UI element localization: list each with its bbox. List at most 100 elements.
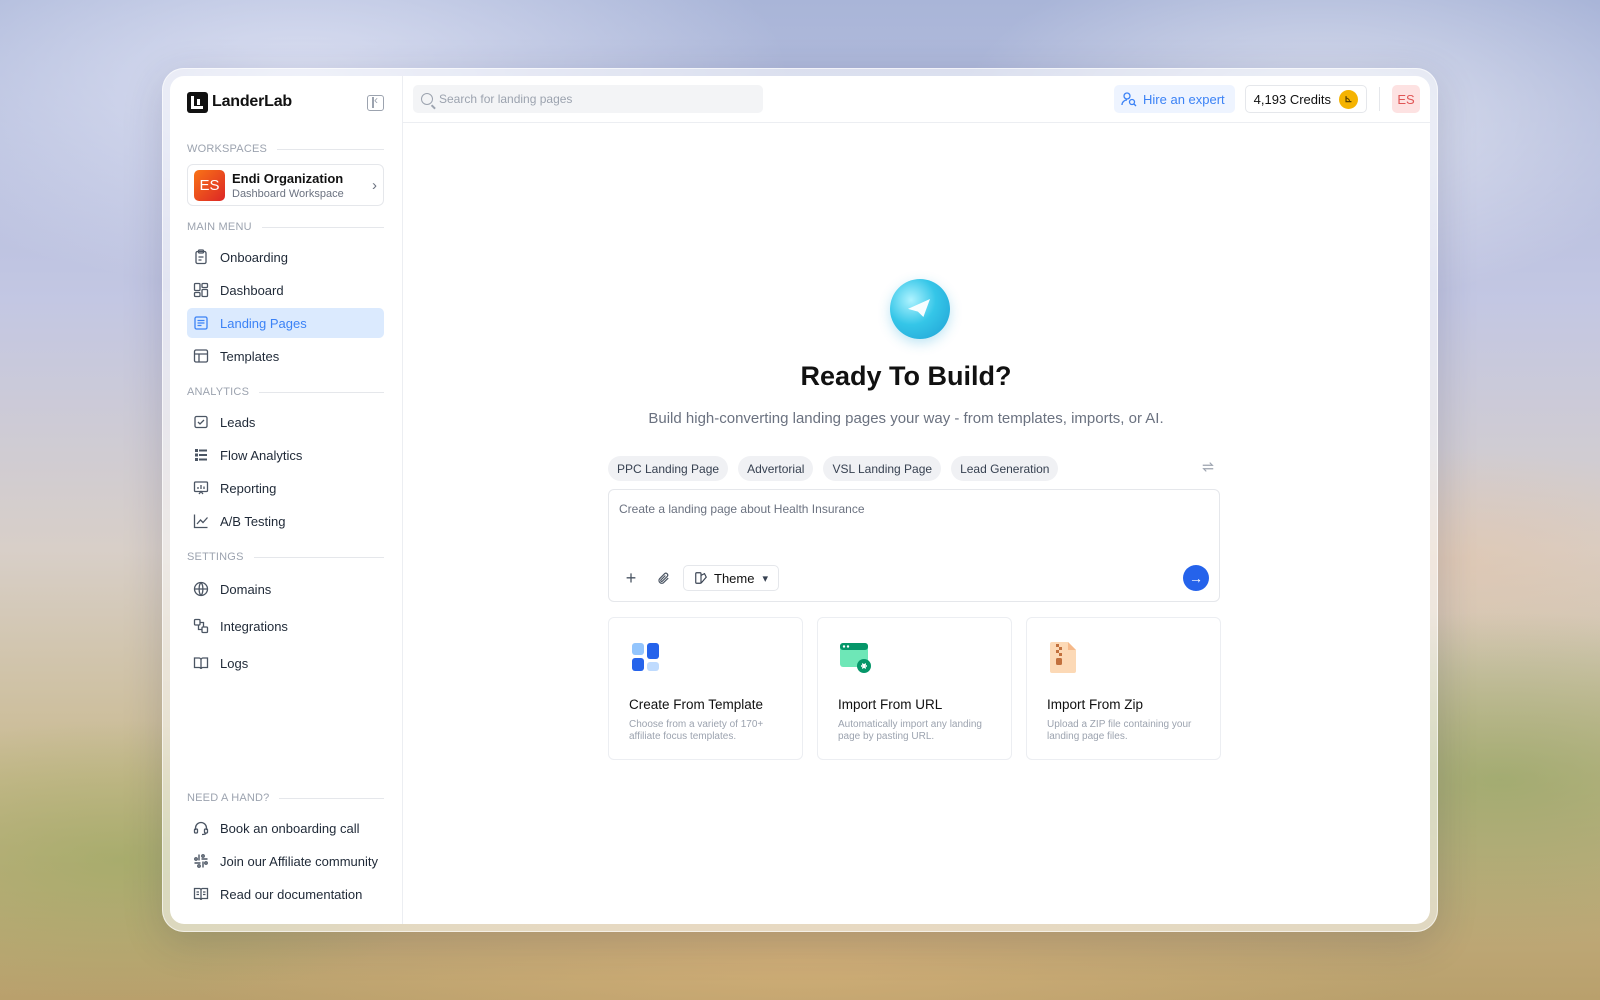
- section-label-analytics: ANALYTICS: [187, 385, 384, 399]
- create-from-template-card[interactable]: Create From Template Choose from a varie…: [608, 617, 803, 760]
- brand-name: LanderLab: [212, 93, 292, 110]
- main-content: Search for landing pages Hire an expert …: [403, 76, 1430, 924]
- help-item-label: Join our Affiliate community: [220, 853, 378, 869]
- docs-icon: [193, 886, 209, 902]
- template-icon: [193, 348, 209, 364]
- sidebar-item-flow-analytics[interactable]: Flow Analytics: [187, 440, 384, 470]
- prompt-toolbar: + Theme ▾: [619, 565, 779, 591]
- browser-link-icon: [840, 643, 871, 673]
- topbar: Search for landing pages Hire an expert …: [403, 76, 1430, 123]
- sidebar-item-integrations[interactable]: Integrations: [187, 609, 384, 643]
- search-placeholder: Search for landing pages: [439, 92, 573, 106]
- coin-icon: ⊾: [1339, 89, 1358, 109]
- chevron-right-icon: ›: [372, 176, 377, 194]
- sidebar-item-label: Integrations: [220, 618, 288, 634]
- clipboard-icon: [193, 249, 209, 265]
- page-subtitle: Build high-converting landing pages your…: [648, 410, 1164, 427]
- section-label-text: SETTINGS: [187, 551, 244, 563]
- sidebar-item-onboarding[interactable]: Onboarding: [187, 242, 384, 272]
- read-documentation-link[interactable]: Read our documentation: [187, 879, 384, 909]
- sidebar-item-ab-testing[interactable]: A/B Testing: [187, 506, 384, 536]
- landerlab-logo-icon: [187, 91, 208, 113]
- section-label-help: NEED A HAND?: [187, 791, 384, 805]
- help-item-label: Book an onboarding call: [220, 820, 360, 836]
- ai-orb-icon: [890, 279, 950, 339]
- section-label-text: MAIN MENU: [187, 221, 252, 233]
- import-from-zip-card[interactable]: Import From Zip Upload a ZIP file contai…: [1026, 617, 1221, 760]
- sidebar-item-label: Logs: [220, 655, 249, 671]
- chip-lead-generation[interactable]: Lead Generation: [951, 456, 1059, 481]
- sidebar-item-label: Dashboard: [220, 282, 284, 298]
- user-avatar[interactable]: ES: [1392, 85, 1420, 113]
- refresh-icon[interactable]: [1201, 460, 1215, 474]
- card-description: Automatically import any landing page by…: [838, 719, 982, 742]
- section-label-workspaces: WORKSPACES: [187, 142, 384, 156]
- join-affiliate-community-link[interactable]: Join our Affiliate community: [187, 846, 384, 876]
- chart-line-icon: [193, 513, 209, 529]
- slack-icon: [193, 853, 209, 869]
- hire-expert-button[interactable]: Hire an expert: [1114, 85, 1235, 113]
- sidebar-item-templates[interactable]: Templates: [187, 341, 384, 371]
- sidebar-item-logs[interactable]: Logs: [187, 646, 384, 680]
- globe-icon: [193, 581, 209, 597]
- help-section: NEED A HAND? Book an onboarding call Joi…: [187, 777, 384, 912]
- workspace-avatar: ES: [194, 169, 225, 201]
- brand[interactable]: LanderLab: [187, 76, 384, 128]
- book-icon: [193, 655, 209, 671]
- sidebar-item-label: Landing Pages: [220, 315, 307, 331]
- credits-badge[interactable]: 4,193 Credits ⊾: [1244, 85, 1367, 113]
- section-label-main-menu: MAIN MENU: [187, 220, 384, 234]
- sidebar-item-landing-pages[interactable]: Landing Pages: [187, 308, 384, 338]
- chevron-down-icon: ▾: [762, 572, 768, 585]
- page-icon: [193, 315, 209, 331]
- sidebar-item-leads[interactable]: Leads: [187, 407, 384, 437]
- help-item-label: Read our documentation: [220, 886, 363, 902]
- workspace-name: Endi Organization: [232, 170, 344, 186]
- workspace-switcher[interactable]: ES Endi Organization Dashboard Workspace…: [187, 164, 384, 206]
- integrations-icon: [193, 618, 209, 634]
- divider: [1379, 87, 1380, 111]
- section-label-text: ANALYTICS: [187, 386, 250, 398]
- sidebar-item-label: Domains: [220, 581, 272, 597]
- paperclip-icon[interactable]: [651, 566, 675, 590]
- chip-ppc-landing-page[interactable]: PPC Landing Page: [608, 456, 729, 481]
- card-description: Upload a ZIP file containing your landin…: [1047, 719, 1192, 742]
- sidebar-item-domains[interactable]: Domains: [187, 572, 384, 606]
- workspace-subtitle: Dashboard Workspace: [232, 187, 344, 200]
- flow-icon: [193, 447, 209, 463]
- sidebar-item-dashboard[interactable]: Dashboard: [187, 275, 384, 305]
- user-search-icon: [1121, 92, 1137, 107]
- sidebar-item-label: Leads: [220, 414, 256, 430]
- hire-expert-label: Hire an expert: [1143, 91, 1225, 107]
- app-window: LanderLab WORKSPACES ES Endi Organizatio…: [170, 76, 1430, 924]
- template-grid-icon: [632, 643, 659, 671]
- search-icon: [421, 93, 433, 105]
- collapse-sidebar-icon[interactable]: [367, 93, 384, 111]
- import-from-url-card[interactable]: Import From URL Automatically import any…: [817, 617, 1012, 760]
- prompt-input[interactable]: Create a landing page about Health Insur…: [608, 489, 1220, 602]
- create-options: Create From Template Choose from a varie…: [608, 617, 1235, 760]
- theme-label: Theme: [714, 570, 755, 586]
- section-label-settings: SETTINGS: [187, 550, 384, 564]
- sidebar-item-reporting[interactable]: Reporting: [187, 473, 384, 503]
- add-icon[interactable]: +: [619, 566, 643, 590]
- book-onboarding-call-link[interactable]: Book an onboarding call: [187, 813, 384, 843]
- credits-label: 4,193 Credits: [1253, 91, 1331, 107]
- chip-advertorial[interactable]: Advertorial: [738, 456, 814, 481]
- card-title: Create From Template: [629, 697, 764, 712]
- chip-vsl-landing-page[interactable]: VSL Landing Page: [823, 456, 942, 481]
- prompt-placeholder: Create a landing page about Health Insur…: [619, 502, 865, 516]
- sidebar-item-label: Flow Analytics: [220, 447, 303, 463]
- headset-icon: [193, 820, 209, 836]
- send-button[interactable]: →: [1183, 565, 1209, 591]
- page-title: Ready To Build?: [800, 361, 1012, 391]
- card-description: Choose from a variety of 170+ affiliate …: [629, 719, 764, 742]
- theme-dropdown[interactable]: Theme ▾: [683, 565, 779, 591]
- search-input[interactable]: Search for landing pages: [413, 85, 763, 113]
- suggestion-chips: PPC Landing Page Advertorial VSL Landing…: [608, 456, 1068, 481]
- zip-file-icon: [1050, 642, 1076, 673]
- sidebar-item-label: Reporting: [220, 480, 277, 496]
- sidebar-item-label: A/B Testing: [220, 513, 286, 529]
- section-label-text: WORKSPACES: [187, 143, 268, 155]
- sidebar-item-label: Templates: [220, 348, 280, 364]
